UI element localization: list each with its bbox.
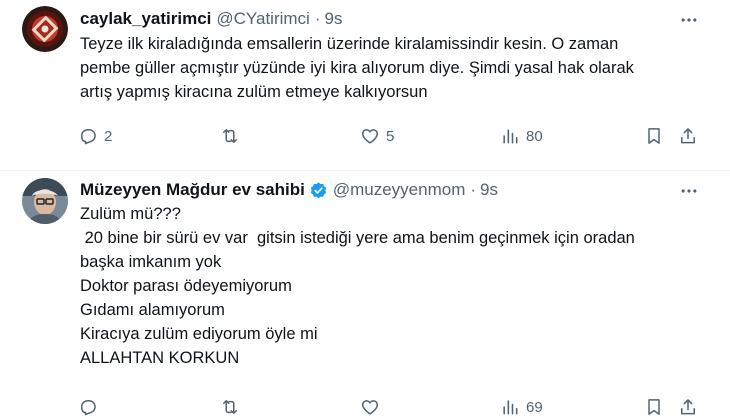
share-button[interactable] — [678, 125, 698, 147]
tweet-text: Zulüm mü??? 20 bine bir sürü ev var gits… — [80, 202, 710, 370]
separator-dot: · — [470, 180, 477, 199]
heart-icon — [361, 129, 379, 144]
bookmark-icon — [648, 399, 660, 415]
views-icon — [503, 400, 518, 415]
tweet-actions: 69 — [78, 396, 718, 418]
avatar[interactable] — [22, 178, 68, 224]
more-icon[interactable] — [678, 9, 700, 31]
tweet-header: caylak_yatirimci @CYatirimci · 9s — [80, 8, 670, 30]
separator-dot: · — [314, 9, 321, 28]
tweet-text-line: pembe güller açmıştır yüzünde iyi kira a… — [80, 59, 634, 77]
tweet-text-line: Kiracıya zulüm ediyorum öyle mi — [80, 325, 318, 343]
reply-button[interactable]: 2 — [78, 125, 112, 147]
tweet-text-line: artış yapmış kiracına zulüm etmeye kalkı… — [80, 83, 428, 101]
user-handle[interactable]: @muzeyyenmom — [333, 180, 466, 200]
tweet-text-line: ALLAHTAN KORKUN — [80, 349, 240, 367]
more-icon[interactable] — [678, 180, 700, 202]
bookmark-button[interactable] — [644, 125, 664, 147]
like-button[interactable] — [360, 396, 386, 418]
avatar-image — [22, 6, 68, 52]
reply-icon — [81, 400, 96, 416]
views-button[interactable]: 69 — [500, 396, 543, 418]
tweet-actions: 2 5 80 — [78, 125, 718, 147]
reply-icon — [81, 129, 96, 145]
tweet-card[interactable]: Müzeyyen Mağdur ev sahibi @muzeyyenmom ·… — [0, 170, 730, 420]
verified-badge-icon — [309, 181, 328, 200]
retweet-icon — [223, 129, 237, 143]
tweet-text-line: Doktor parası ödeyemiyorum — [80, 277, 292, 295]
user-handle[interactable]: @CYatirimci — [216, 9, 309, 29]
tweet-text-line: 20 bine bir sürü ev var gitsin istediği … — [80, 229, 635, 247]
like-count: 5 — [386, 127, 395, 145]
tweet-card[interactable]: caylak_yatirimci @CYatirimci · 9s Teyze … — [0, 0, 730, 170]
tweet-text-line: Zulüm mü??? — [80, 205, 181, 223]
retweet-button[interactable] — [220, 125, 246, 147]
like-button[interactable]: 5 — [360, 125, 394, 147]
retweet-icon — [223, 400, 237, 414]
share-icon — [681, 128, 695, 144]
reply-button[interactable] — [78, 396, 104, 418]
avatar-image — [22, 178, 68, 224]
tweet-text-line: Gıdamı alamıyorum — [80, 301, 225, 319]
tweet-time[interactable]: 9s — [480, 180, 498, 200]
retweet-button[interactable] — [220, 396, 246, 418]
display-name[interactable]: Müzeyyen Mağdur ev sahibi — [80, 180, 305, 200]
tweet-text-line: başka imkanım yok — [80, 253, 222, 271]
bookmark-button[interactable] — [644, 396, 664, 418]
views-button[interactable]: 80 — [500, 125, 543, 147]
reply-count: 2 — [104, 127, 113, 145]
view-count: 80 — [526, 127, 543, 145]
display-name[interactable]: caylak_yatirimci — [80, 9, 211, 29]
bookmark-icon — [648, 128, 660, 144]
tweet-text: Teyze ilk kiraladığında emsallerin üzeri… — [80, 32, 710, 104]
tweet-text-line: Teyze ilk kiraladığında emsallerin üzeri… — [80, 35, 619, 53]
tweet-time[interactable]: 9s — [325, 9, 343, 29]
heart-icon — [361, 400, 379, 415]
share-button[interactable] — [678, 396, 698, 418]
view-count: 69 — [526, 398, 543, 416]
avatar[interactable] — [22, 6, 68, 52]
tweet-header: Müzeyyen Mağdur ev sahibi @muzeyyenmom ·… — [80, 179, 670, 201]
share-icon — [681, 399, 695, 415]
views-icon — [503, 129, 518, 144]
